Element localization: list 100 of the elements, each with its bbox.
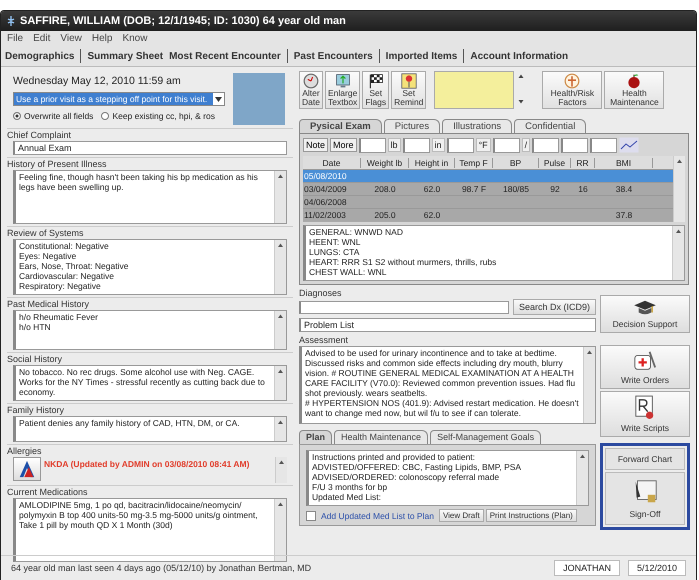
vitals-input[interactable] [446,138,474,152]
diagnosis-search-field[interactable] [299,300,509,314]
problem-list-field[interactable]: Problem List [299,318,596,332]
exam-tab[interactable]: Pictures [384,119,440,133]
table-row[interactable]: 11/02/2003 205.0 62.0 37.8 [303,208,673,221]
scrollbar[interactable] [576,451,588,505]
nav-tab[interactable]: Demographics [5,50,74,62]
toolbar-button[interactable]: Health Maintenance [604,71,664,109]
table-cell: 98.7 F [462,184,486,194]
section-label: Review of Systems [7,227,84,239]
status-text: 64 year old man last seen 4 days ago (05/12/10) by Jonathan Bertman, MD [11,563,312,573]
side-button[interactable]: Write Orders [600,345,690,389]
plan-tab[interactable]: Health Maintenance [334,430,428,444]
table-cell: 62.0 [424,210,440,220]
graduation-cap-icon [632,299,658,317]
unit-label: in [432,138,445,152]
nav-tab[interactable]: Past Encounters [294,50,373,62]
text-field[interactable]: Annual Exam [13,141,287,155]
visit-datetime: Wednesday May 12, 2010 11:59 am [13,75,182,87]
vitals-input[interactable] [358,138,386,152]
column-header[interactable]: BMI [595,158,653,168]
menu-item[interactable]: View [60,33,82,44]
nav-tab[interactable]: Summary Sheet [87,50,164,62]
table-cell: 04/06/2008 [304,197,347,207]
vitals-input[interactable] [532,138,560,152]
monitor-icon [334,73,352,89]
scrollbar[interactable] [275,457,287,483]
table-cell: 208.0 [374,184,396,194]
side-button[interactable]: Write Scripts [600,391,690,437]
letter-a-logo-icon [17,459,37,479]
vitals-input[interactable] [561,138,588,152]
add-med-list-link[interactable]: Add Updated Med List to Plan [318,510,437,520]
column-header[interactable]: RR [571,158,595,168]
prescription-icon [634,395,656,421]
exam-tab[interactable]: Illustrations [442,119,512,133]
section-label: Family History [7,404,64,416]
scrollbar[interactable] [274,366,286,400]
plan-tab[interactable]: Plan [299,430,332,444]
radio-button[interactable] [13,112,21,120]
section-label: History of Present Illness [7,158,107,170]
menu-item[interactable]: Help [92,33,112,44]
scrollbar[interactable] [583,347,595,423]
section-label: Past Medical History [7,298,90,310]
toolbar-button[interactable]: Health/Risk Factors [542,71,602,109]
plan-button[interactable]: Print Instructions (Plan) [486,509,577,522]
forward-chart-button[interactable]: Forward Chart [605,448,685,470]
scrollbar[interactable] [274,417,286,441]
column-header[interactable]: Height in [409,158,455,168]
menu-item[interactable]: File [7,33,24,44]
scrollbar[interactable] [274,171,286,223]
scrollbar[interactable] [274,311,286,349]
nav-tab[interactable]: Imported Items [386,50,458,62]
column-header[interactable]: Pulse [539,158,571,168]
vitals-input[interactable] [402,138,430,152]
vitals-input[interactable] [492,138,520,152]
exam-tab[interactable]: Confidential [514,119,586,133]
nav-tab[interactable]: Most Recent Encounter [169,50,281,62]
toolbar-button[interactable]: Enlarge Textbox [325,71,360,109]
section-label: Assessment [299,334,348,346]
scrollbar[interactable] [672,226,684,280]
section-label: Current Medications [7,486,88,498]
column-header[interactable]: BP [493,158,539,168]
radio-button[interactable] [101,112,110,120]
allergy-button[interactable] [13,457,41,481]
window-title: SAFFIRE, WILLIAM (DOB; 12/1/1945; ID: 1030) 64 year old man [20,15,346,27]
vitals-button[interactable]: More [330,138,357,152]
plan-button[interactable]: View Draft [438,509,484,522]
unit-label: / [522,138,530,152]
table-row[interactable]: 03/04/2009 208.0 62.0 98.7 F 180/85 92 16 38.4 [303,182,673,195]
unit-label: lb [388,138,401,152]
search-dx-button[interactable]: Search Dx (ICD9) [512,299,596,315]
table-row[interactable]: 04/06/2008 [303,195,673,208]
exam-tab[interactable]: Pysical Exam [299,119,382,133]
toolbar-button[interactable]: Set Remind [391,71,426,109]
column-header[interactable]: Temp F [455,158,493,168]
table-cell: 05/08/2010 [304,171,347,181]
column-header[interactable]: Weight lb [361,158,409,168]
table-cell: 16 [578,184,588,194]
vitals-button[interactable]: Note [303,138,328,152]
nav-tab[interactable]: Account Information [470,50,568,62]
allergy-text: NKDA (Updated by ADMIN on 03/08/2010 08:41 AM) [43,458,250,471]
menu-item[interactable]: Know [122,33,148,44]
checkbox[interactable] [306,510,316,520]
scrollbar[interactable] [274,240,286,294]
vitals-input[interactable] [590,138,618,152]
menu-item[interactable]: Edit [33,33,50,44]
table-cell: 180/85 [503,184,529,194]
line-graph-icon[interactable] [619,137,640,153]
sign-off-button[interactable]: Sign-Off [605,472,685,525]
scrollbar[interactable] [274,499,286,561]
scrollbar[interactable] [673,156,685,222]
column-header[interactable]: Date [303,158,361,168]
section-label: Social History [7,353,62,365]
visit-dropdown[interactable]: Use a prior visit as a stepping off point for this visit. [13,92,225,106]
photo-placeholder [233,73,285,125]
toolbar-button[interactable]: Set Flags [362,71,390,109]
side-button[interactable]: Decision Support [600,295,690,333]
user-field: JONATHAN [554,560,620,576]
toolbar-button[interactable]: Alter Date [299,71,323,109]
plan-tab[interactable]: Self-Management Goals [430,430,542,444]
